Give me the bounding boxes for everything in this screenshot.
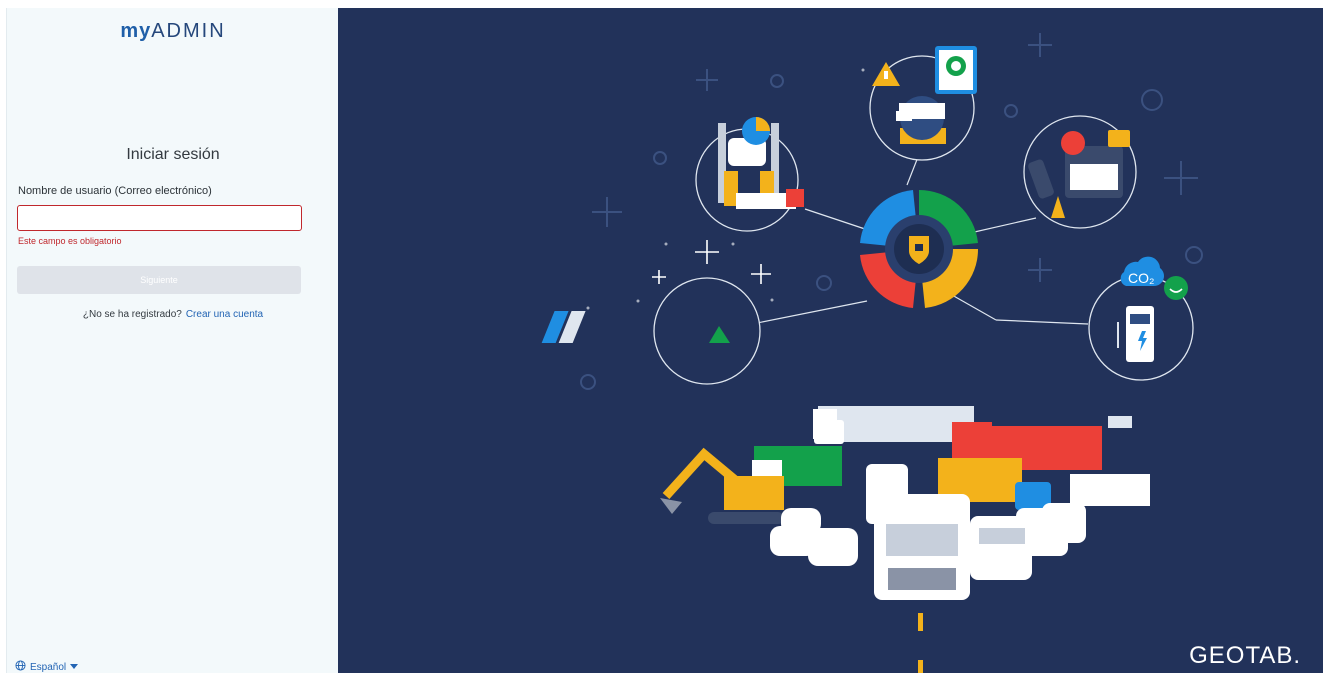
logo-admin: ADMIN <box>151 20 226 42</box>
myadmin-logo: myADMIN <box>7 20 339 43</box>
register-prompt: ¿No se ha registrado? <box>82 309 182 320</box>
next-button[interactable]: Siguiente <box>17 266 301 294</box>
username-label: Nombre de usuario (Correo electrónico) <box>18 185 212 197</box>
top-strip <box>0 0 1323 8</box>
login-panel: myADMIN Iniciar sesión Nombre de usuario… <box>6 8 338 673</box>
language-label: Español <box>30 661 67 673</box>
logo-my: my <box>120 20 152 42</box>
globe-icon <box>15 660 26 673</box>
page-title: Iniciar sesión <box>126 146 220 163</box>
hero-panel: CO₂ GEOTAB. <box>338 8 1323 673</box>
create-account-link[interactable]: Crear una cuenta <box>186 309 263 320</box>
username-error: Este campo es obligatorio <box>18 236 122 246</box>
username-input[interactable] <box>17 205 302 231</box>
language-selector[interactable]: Español <box>15 660 79 673</box>
register-row: ¿No se ha registrado? Crear una cuenta <box>7 309 339 320</box>
geotab-logo: GEOTAB. <box>1189 642 1301 669</box>
center-security-wheel <box>860 189 979 308</box>
caret-down-icon <box>70 662 79 673</box>
vehicle-fleet <box>660 406 1150 600</box>
fleet-illustration: CO₂ <box>541 33 1203 673</box>
svg-text:CO₂: CO₂ <box>1128 270 1154 286</box>
